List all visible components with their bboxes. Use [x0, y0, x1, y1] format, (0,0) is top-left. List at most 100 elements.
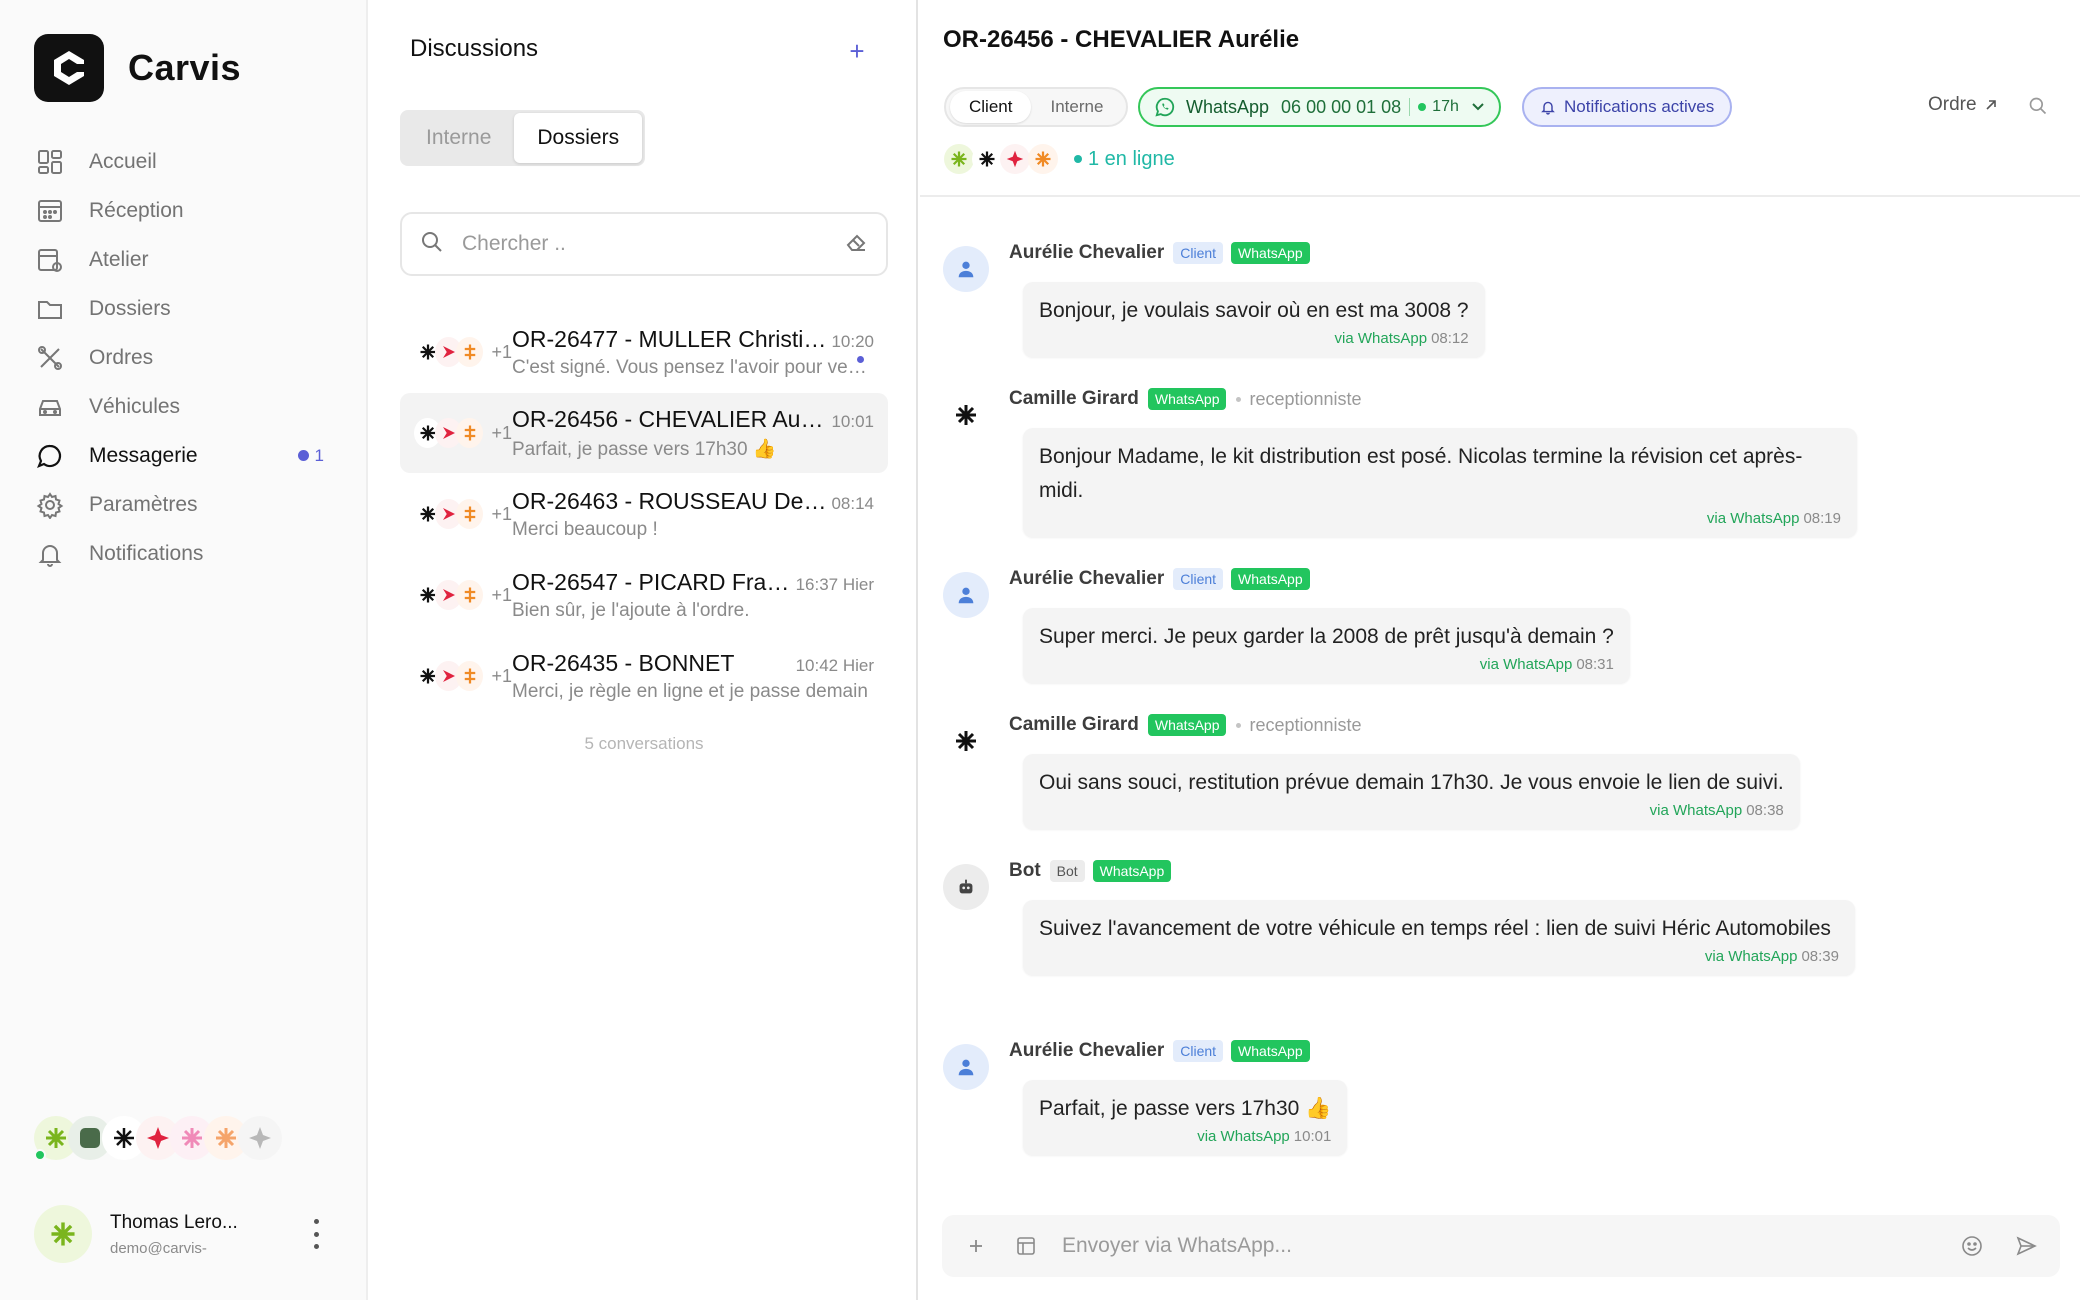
page-title: OR-26456 - CHEVALIER Aurélie: [943, 26, 1300, 53]
message-text: Bonjour, je voulais savoir où en est ma …: [1039, 299, 1469, 322]
search-icon[interactable]: [2028, 96, 2048, 121]
more-vertical-icon[interactable]: [306, 1219, 326, 1249]
discussion-tabs: Interne Dossiers: [400, 110, 646, 166]
conversation-preview: Merci, je règle en ligne et je passe dem…: [512, 680, 868, 702]
message-text: Super merci. Je peux garder la 2008 de p…: [1039, 625, 1614, 648]
message-bubble: Parfait, je passe vers 17h30 👍 via Whats…: [1023, 1080, 1348, 1155]
staff-avatar-icon: [943, 392, 989, 438]
sender-name: Bot: [1009, 860, 1041, 881]
notifications-toggle[interactable]: Notifications actives: [1522, 87, 1733, 127]
unread-badge: 1: [297, 446, 324, 466]
user-icon: [943, 246, 989, 292]
message-time: 08:39: [1801, 948, 1839, 965]
whatsapp-tag: WhatsApp: [1231, 242, 1310, 264]
car-icon: [34, 391, 66, 423]
user-name: Thomas Lero...: [110, 1211, 238, 1233]
tab-interne[interactable]: Interne: [1031, 91, 1122, 123]
message: Aurélie Chevalier Client WhatsApp Parfai…: [943, 1036, 1348, 1155]
search-input[interactable]: Chercher ..: [400, 212, 888, 276]
participant-avatars: +1: [414, 580, 512, 610]
conversation-title: OR-26463 - ROUSSEAU Denis: [512, 487, 828, 514]
conversation-time: 08:14: [831, 493, 874, 513]
whatsapp-tag: WhatsApp: [1147, 388, 1227, 410]
conversation-title: OR-26547 - PICARD François: [512, 568, 792, 595]
team-avatar[interactable]: [238, 1116, 282, 1160]
user-profile[interactable]: Thomas Lero... demo@carvis-: [34, 1205, 334, 1263]
plus-icon[interactable]: [962, 1238, 990, 1254]
sidebar-item-notifications[interactable]: Notifications: [34, 529, 334, 578]
workshop-calendar-icon: [34, 244, 66, 276]
message-bubble: Super merci. Je peux garder la 2008 de p…: [1023, 608, 1630, 683]
conversation-preview: Merci beaucoup !: [512, 518, 658, 540]
message-time: 08:12: [1431, 330, 1469, 347]
participants-presence: 1 en ligne: [944, 144, 1175, 174]
brand[interactable]: Carvis: [34, 34, 241, 102]
list-item[interactable]: +1 OR-26547 - PICARD François 16:37 Hier…: [400, 555, 888, 635]
sidebar-item-reception[interactable]: Réception: [34, 186, 334, 235]
team-avatars[interactable]: [34, 1116, 282, 1160]
tab-client[interactable]: Client: [950, 91, 1032, 123]
bot-tag: Bot: [1049, 860, 1085, 882]
conversation-title: OR-26435 - BONNET: [512, 649, 735, 676]
external-link-icon: [1985, 99, 1997, 111]
whatsapp-icon: [1154, 96, 1176, 118]
sender-name: Aurélie Chevalier: [1009, 242, 1165, 263]
list-item[interactable]: +1 OR-26463 - ROUSSEAU Denis 08:14 Merci…: [400, 474, 888, 554]
sidebar-item-parametres[interactable]: Paramètres: [34, 480, 334, 529]
channel-name: WhatsApp: [1186, 96, 1270, 117]
sidebar-item-messagerie[interactable]: Messagerie 1: [34, 431, 334, 480]
conversation-preview: C'est signé. Vous pensez l'avoir pour ve…: [512, 356, 874, 378]
tab-interne[interactable]: Interne: [403, 113, 514, 163]
list-item[interactable]: +1 OR-26477 - MULLER Christine 10:20 C'e…: [400, 312, 888, 392]
conversation-time: 10:01: [831, 411, 874, 431]
template-icon[interactable]: [1012, 1236, 1040, 1256]
sidebar-item-ordres[interactable]: Ordres: [34, 333, 334, 382]
search-icon: [420, 230, 444, 259]
sidebar-item-label: Paramètres: [89, 492, 198, 516]
list-item[interactable]: +1 OR-26456 - CHEVALIER Aurélie 10:01 Pa…: [400, 393, 888, 473]
bot-icon: [943, 864, 989, 910]
eraser-icon[interactable]: [844, 230, 868, 259]
tab-dossiers[interactable]: Dossiers: [514, 113, 643, 163]
sidebar-item-label: Ordres: [89, 345, 154, 369]
sender-name: Aurélie Chevalier: [1009, 568, 1165, 589]
channel-selector[interactable]: WhatsApp 06 00 00 01 08 17h: [1138, 87, 1501, 127]
sidebar-item-label: Atelier: [89, 247, 149, 271]
message-input[interactable]: Envoyer via WhatsApp...: [1062, 1234, 1958, 1258]
list-item[interactable]: +1 OR-26435 - BONNET 10:42 Hier Merci, j…: [400, 636, 888, 716]
new-discussion-button[interactable]: +: [842, 36, 872, 67]
sidebar-item-atelier[interactable]: Atelier: [34, 235, 334, 284]
participant-avatars: +1: [414, 418, 512, 448]
order-link[interactable]: Ordre: [1928, 94, 1997, 116]
sender-name: Camille Girard: [1009, 714, 1139, 735]
client-tag: Client: [1173, 242, 1224, 264]
gear-icon: [34, 489, 66, 521]
message-bubble: Bonjour, je voulais savoir où en est ma …: [1023, 282, 1485, 357]
sidebar-item-vehicules[interactable]: Véhicules: [34, 382, 334, 431]
participant-avatars: +1: [414, 661, 512, 691]
sidebar-item-label: Accueil: [89, 149, 157, 173]
message-channel: via WhatsApp: [1197, 1128, 1290, 1145]
whatsapp-tag: WhatsApp: [1231, 568, 1310, 590]
conversation-count: 5 conversations: [584, 734, 704, 753]
message-channel: via WhatsApp: [1649, 802, 1743, 819]
message-time: 08:19: [1803, 510, 1841, 527]
sidebar-item-accueil[interactable]: Accueil: [34, 137, 334, 186]
client-tag: Client: [1173, 568, 1224, 590]
main-nav: Accueil Réception Atelier Dossiers Ordre…: [34, 137, 334, 578]
message-composer: Envoyer via WhatsApp...: [942, 1215, 2060, 1277]
message: Camille Girard WhatsApp receptionniste O…: [943, 710, 1800, 829]
online-count: 1 en ligne: [1074, 148, 1175, 171]
participant-avatar: [972, 144, 1002, 174]
window-remaining: 17h: [1432, 98, 1459, 115]
emoji-icon[interactable]: [1958, 1235, 1986, 1257]
send-icon[interactable]: [2012, 1235, 2040, 1257]
order-label: Ordre: [1928, 94, 1977, 115]
message: Aurélie Chevalier Client WhatsApp Super …: [943, 564, 1630, 683]
user-email: demo@carvis-: [110, 1239, 207, 1257]
sidebar-item-dossiers[interactable]: Dossiers: [34, 284, 334, 333]
conversation-title: OR-26477 - MULLER Christine: [512, 325, 828, 352]
message-channel: via WhatsApp: [1334, 330, 1428, 347]
chat-icon: [34, 440, 66, 472]
dashboard-icon: [34, 146, 66, 178]
